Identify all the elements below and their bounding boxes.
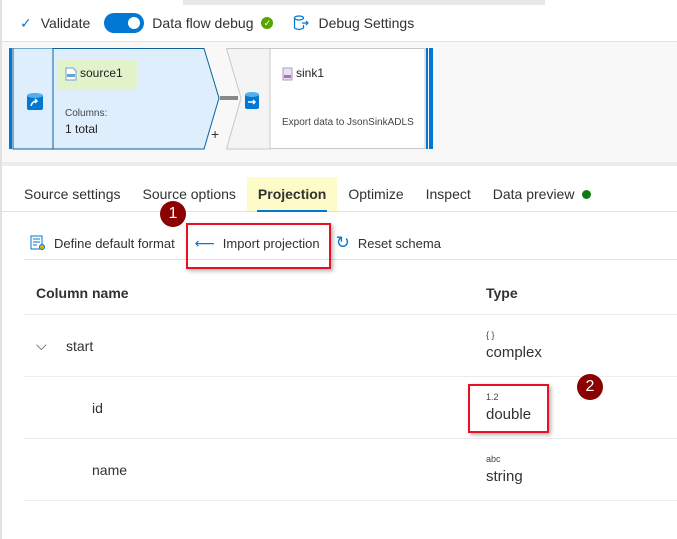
data-flow-debug-label: Data flow debug (152, 15, 254, 31)
table-header: Column name Type (24, 272, 677, 315)
source-database-icon (27, 93, 43, 110)
source-node-name[interactable]: source1 (80, 66, 123, 80)
projection-actions: Define default format ⟵ Import projectio… (24, 227, 677, 260)
tab-projection[interactable]: Projection (246, 177, 338, 212)
validate-label: Validate (40, 15, 91, 31)
column-name: id (92, 399, 103, 416)
validate-button[interactable]: ✓ Validate (20, 15, 90, 32)
tab-data-preview[interactable]: Data preview (482, 177, 603, 211)
import-projection-highlight (186, 223, 331, 269)
column-type: complex (486, 344, 542, 361)
toggle-knob (128, 17, 141, 29)
sink-node-name[interactable]: sink1 (296, 66, 324, 80)
define-default-format-label: Define default format (54, 235, 175, 251)
format-settings-icon (30, 235, 45, 250)
tab-label: Optimize (348, 186, 404, 202)
table-row: name abc string (24, 439, 677, 501)
complex-type-icon: { } (486, 330, 495, 340)
tab-source-options[interactable]: Source options (132, 177, 247, 211)
source-columns-value: 1 total (65, 122, 98, 136)
xml-file-icon (65, 67, 77, 81)
step-badge-1: 1 (160, 201, 186, 227)
tab-label: Data preview (492, 186, 575, 202)
reset-schema-label: Reset schema (357, 235, 441, 251)
settings-tabs: Source settings Source options Projectio… (2, 177, 677, 212)
debug-settings-button[interactable]: Debug Settings (293, 15, 414, 31)
dataflow-canvas: source1 Columns: 1 total + sink1 Export … (2, 42, 677, 166)
sink-database-icon (245, 92, 259, 109)
define-default-format-button[interactable]: Define default format (30, 235, 175, 251)
string-type-icon: abc (486, 454, 501, 464)
source-columns-label: Columns: (65, 108, 108, 119)
column-name-header: Column name (36, 285, 129, 301)
toolbar: ✓ Validate Data flow debug ✓ Debug Setti… (2, 5, 677, 42)
tab-inspect[interactable]: Inspect (415, 177, 482, 211)
sink-node[interactable]: sink1 Export data to JsonSinkADLS (225, 48, 438, 155)
data-flow-debug-toggle[interactable] (104, 13, 145, 33)
column-name: start (66, 337, 94, 354)
type-header: Type (486, 285, 518, 301)
json-file-icon (282, 67, 293, 81)
source-node[interactable]: source1 Columns: 1 total (9, 47, 224, 155)
column-type[interactable]: string (486, 468, 523, 485)
checkmark-icon: ✓ (20, 14, 32, 31)
tab-optimize[interactable]: Optimize (337, 177, 414, 211)
table-row: ⌵ start { } complex (24, 315, 677, 377)
double-type-highlight (468, 384, 549, 433)
add-transform-button[interactable]: + (211, 126, 219, 142)
reset-schema-button[interactable]: ↻ Reset schema (336, 233, 441, 253)
tab-label: Source settings (24, 186, 121, 202)
refresh-icon: ↻ (335, 233, 350, 252)
step-badge-2: 2 (577, 374, 603, 400)
debug-settings-label: Debug Settings (318, 15, 415, 31)
status-dot-icon (582, 189, 592, 199)
debug-settings-icon (294, 15, 310, 31)
status-ok-icon: ✓ (261, 17, 274, 29)
tab-label: Inspect (425, 186, 471, 202)
sink-description: Export data to JsonSinkADLS (282, 117, 414, 128)
tab-label: Projection (257, 186, 327, 202)
tab-label: Source options (142, 186, 236, 202)
column-name: name (92, 461, 128, 478)
chevron-down-icon[interactable]: ⌵ (36, 337, 66, 354)
tab-source-settings[interactable]: Source settings (13, 177, 132, 211)
